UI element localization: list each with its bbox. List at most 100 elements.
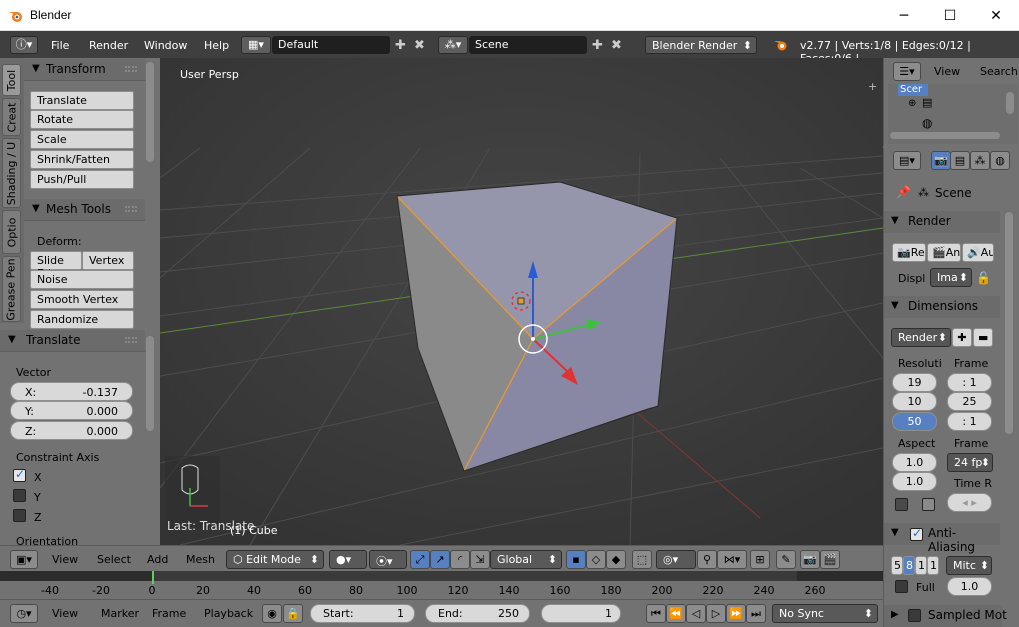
menu-playback[interactable]: Playback xyxy=(204,607,253,620)
vertex-slide-button[interactable]: Vertex xyxy=(82,251,134,270)
aspect-y-field[interactable]: 1.0 xyxy=(892,472,937,491)
jump-end-icon[interactable]: ⏭ xyxy=(746,604,766,623)
layout-name-field[interactable]: Default xyxy=(272,36,390,54)
editor-type-properties-icon[interactable]: ▤▾ xyxy=(893,151,921,170)
transform-orientation-dropdown[interactable]: Global ⬍ xyxy=(490,550,562,569)
display-mode-dropdown[interactable]: Ima ⬍ xyxy=(930,268,972,287)
resolution-percentage-field[interactable]: 50 xyxy=(892,412,937,431)
tab-shading-uvs[interactable]: Shading / U xyxy=(2,138,21,208)
menu-render[interactable]: Render xyxy=(89,39,128,52)
properties-toggle-plus-icon[interactable]: + xyxy=(868,80,877,93)
dimensions-panel-header[interactable]: ▼ Dimensions xyxy=(884,296,1000,318)
randomize-button[interactable]: Randomize xyxy=(30,310,134,329)
tool-shelf-scrollbar[interactable] xyxy=(146,62,154,162)
timeline-area[interactable]: -40 -20 0 20 40 60 80 100 120 140 160 180 200 220 240 2… xyxy=(0,571,883,599)
add-preset-icon[interactable]: ✚ xyxy=(952,328,972,347)
shrink-fatten-button[interactable]: Shrink/Fatten xyxy=(30,150,134,169)
time-remap-field[interactable]: ◂ ▸ xyxy=(947,493,992,512)
snap-toggle-icon[interactable]: ⚲ xyxy=(697,550,717,569)
operator-panel-scrollbar[interactable] xyxy=(146,336,154,431)
anti-aliasing-checkbox[interactable] xyxy=(910,526,923,541)
menu-frame[interactable]: Frame xyxy=(152,607,186,620)
scene-context-icon[interactable]: ⁂ xyxy=(970,151,990,170)
translate-button[interactable]: Translate xyxy=(30,91,134,110)
add-layout-icon[interactable]: ✚ xyxy=(395,38,406,53)
end-frame-field[interactable]: End: 250 xyxy=(425,604,530,623)
viewport-scene[interactable] xyxy=(160,58,883,545)
aa-samples-16[interactable]: 1 xyxy=(927,556,939,575)
play-icon[interactable]: ▷ xyxy=(706,604,726,623)
menu-help[interactable]: Help xyxy=(204,39,229,52)
rotate-manipulator-icon[interactable]: ◜ xyxy=(450,550,470,569)
render-layers-context-icon[interactable]: ▤ xyxy=(950,151,970,170)
tab-grease-pencil[interactable]: Grease Pen xyxy=(2,256,21,322)
manipulator-toggle-icon[interactable]: ⤢ xyxy=(410,550,430,569)
editor-type-timeline-icon[interactable]: ◷▾ xyxy=(10,604,38,623)
render-engine-dropdown[interactable]: Blender Render ⬍ xyxy=(645,36,757,54)
jump-keyframe-forward-icon[interactable]: ⏩ xyxy=(726,604,746,623)
editor-type-3d-view-icon[interactable]: ▣▾ xyxy=(10,550,38,569)
constraint-x-checkbox[interactable] xyxy=(13,467,26,482)
face-select-mode-icon[interactable]: ◆ xyxy=(606,550,626,569)
outliner-menu-search[interactable]: Search xyxy=(980,65,1018,78)
aa-filter-size-field[interactable]: 1.0 xyxy=(947,577,992,596)
border-checkbox[interactable] xyxy=(895,498,908,511)
menu-file[interactable]: File xyxy=(51,39,69,52)
drag-grip-icon[interactable] xyxy=(125,66,137,72)
properties-scrollbar[interactable] xyxy=(1005,212,1013,434)
sampled-motion-blur-checkbox[interactable] xyxy=(908,609,921,622)
add-scene-icon[interactable]: ✚ xyxy=(592,38,603,53)
slide-edge-button[interactable]: Slide Ed xyxy=(30,251,82,280)
viewport-shading-dropdown[interactable]: ●▾ xyxy=(329,550,367,569)
expand-plus-icon[interactable]: ⊕ xyxy=(908,98,916,109)
tab-tool[interactable]: Tool xyxy=(2,64,21,96)
world-context-icon[interactable]: ◍ xyxy=(990,151,1010,170)
snap-element-icon[interactable]: ⋈▾ xyxy=(717,550,747,569)
maximize-button[interactable]: ☐ xyxy=(927,0,973,31)
aa-samples-5[interactable]: 5 xyxy=(891,556,903,575)
menu-view[interactable]: View xyxy=(52,607,78,620)
scene-name-field[interactable]: Scene xyxy=(469,36,587,54)
layout-browse-icon[interactable]: ▦▾ xyxy=(241,36,271,54)
drag-grip-icon[interactable] xyxy=(125,337,137,343)
current-frame-field[interactable]: 1 xyxy=(541,604,621,623)
anti-aliasing-panel-header[interactable]: ▼ Anti-Aliasing xyxy=(884,523,1000,554)
delete-scene-icon[interactable]: ✖ xyxy=(611,38,622,53)
remove-preset-icon[interactable]: ▬ xyxy=(973,328,993,347)
render-audio-button[interactable]: 🔊Au xyxy=(962,243,994,262)
constraint-y-checkbox[interactable] xyxy=(13,489,26,502)
render-context-icon[interactable]: 📷 xyxy=(931,151,951,170)
close-button[interactable]: ✕ xyxy=(973,0,1019,31)
outliner-scrollbar[interactable] xyxy=(1006,92,1014,114)
render-animation-icon[interactable]: 🎬 xyxy=(820,550,840,569)
editor-type-outliner-icon[interactable]: ☰▾ xyxy=(893,62,921,81)
proportional-edit-dropdown[interactable]: ◎▾ xyxy=(656,550,696,569)
translate-manipulator-icon[interactable]: ↗ xyxy=(430,550,450,569)
auto-keying-icon[interactable]: ◉ xyxy=(262,604,282,623)
drag-grip-icon[interactable] xyxy=(125,206,137,212)
vector-x-field[interactable]: X: -0.137 xyxy=(10,382,133,401)
render-animation-button[interactable]: 🎬Ani xyxy=(927,243,961,262)
current-frame-indicator[interactable] xyxy=(152,571,154,584)
render-image-button[interactable]: 📷Re xyxy=(892,243,926,262)
vertex-select-mode-icon[interactable]: ▪ xyxy=(566,550,586,569)
aa-samples-11[interactable]: 1 xyxy=(915,556,927,575)
limit-selection-icon[interactable]: ⬚ xyxy=(632,550,652,569)
frame-step-field[interactable]: : 1 xyxy=(947,412,992,431)
lock-interface-icon[interactable]: 🔓 xyxy=(976,271,991,285)
frame-start-field[interactable]: : 1 xyxy=(947,373,992,392)
translate-operator-panel-header[interactable]: ▼ Translate xyxy=(0,330,145,352)
vector-z-field[interactable]: Z: 0.000 xyxy=(10,421,133,440)
minimize-button[interactable]: ─ xyxy=(881,0,927,31)
noise-button[interactable]: Noise xyxy=(30,270,134,289)
menu-view[interactable]: View xyxy=(52,553,78,566)
render-image-icon[interactable]: 📷 xyxy=(800,550,820,569)
render-panel-header[interactable]: ▼ Render xyxy=(884,211,1000,233)
rotate-button[interactable]: Rotate xyxy=(30,110,134,129)
delete-layout-icon[interactable]: ✖ xyxy=(414,38,425,53)
mode-dropdown[interactable]: ⬡ Edit Mode ⬍ xyxy=(226,550,324,569)
aa-filter-dropdown[interactable]: Mitc ⬍ xyxy=(946,556,992,575)
render-preset-dropdown[interactable]: Render ⬍ xyxy=(891,328,951,347)
outliner-scene-item[interactable]: Scer xyxy=(898,84,928,96)
mesh-tools-panel-header[interactable]: ▼ Mesh Tools xyxy=(24,199,145,221)
